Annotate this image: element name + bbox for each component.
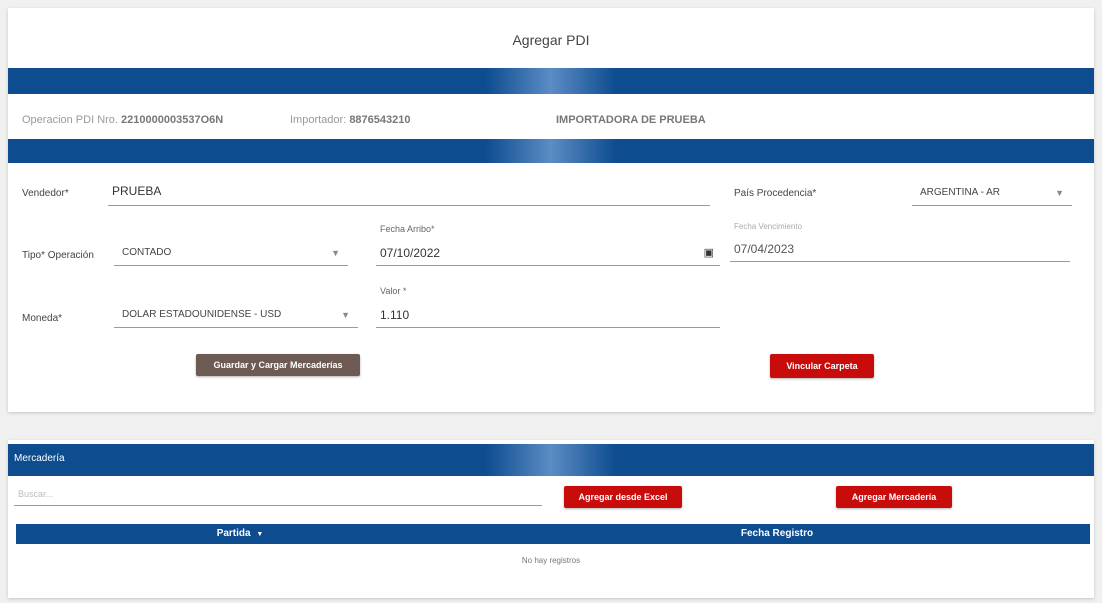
agregar-pdi-card: Agregar PDI Operacion PDI Nro. 221000000… (8, 8, 1094, 412)
importador-info: Importador: 8876543210 (290, 114, 411, 126)
operacion-info: Operacion PDI Nro. 2210000003537O6N (22, 114, 223, 126)
mercaderia-header-bar: Mercadería (8, 444, 1094, 476)
empty-table-message: No hay registros (521, 556, 581, 565)
importador-name: IMPORTADORA DE PRUEBA (556, 114, 706, 126)
page-title: Agregar PDI (512, 32, 590, 48)
vendedor-input[interactable]: PRUEBA (108, 184, 710, 206)
calendar-icon[interactable]: ▣ (704, 242, 714, 264)
dropdown-arrow-icon: ▼ (331, 248, 340, 258)
operacion-value: 2210000003537O6N (121, 114, 224, 126)
sort-down-icon[interactable]: ▼ (256, 531, 263, 538)
column-header-fecha-registro[interactable]: Fecha Registro (464, 524, 1090, 544)
fecha-arribo-input[interactable]: 07/10/2022 ▣ (376, 242, 720, 266)
moneda-value: DOLAR ESTADOUNIDENSE - USD (122, 309, 282, 320)
column-header-partida-label: Partida (216, 528, 251, 539)
fecha-vencimiento-input[interactable]: 07/04/2023 (730, 238, 1070, 262)
fecha-arribo-label: Fecha Arribo* (380, 224, 435, 234)
filter-input[interactable]: Buscar... (14, 484, 542, 506)
importador-label: Importador: (290, 114, 347, 126)
pais-label: País Procedencia* (734, 188, 817, 199)
mercaderia-title: Mercadería (14, 453, 65, 464)
valor-label: Valor * (380, 286, 407, 296)
moneda-select[interactable]: DOLAR ESTADOUNIDENSE - USD ▼ (114, 304, 358, 328)
agregar-mercaderia-button[interactable]: Agregar Mercadería (836, 486, 952, 508)
operacion-label: Operacion PDI Nro. (22, 114, 118, 126)
guardar-cargar-button[interactable]: Guardar y Cargar Mercaderías (196, 354, 360, 376)
column-header-partida[interactable]: Partida ▼ (16, 524, 464, 544)
tipo-operacion-value: CONTADO (122, 247, 172, 258)
valor-input[interactable]: 1.110 (376, 304, 720, 328)
mercaderia-card: Mercadería Buscar... Agregar desde Excel… (8, 440, 1094, 598)
agregar-desde-excel-button[interactable]: Agregar desde Excel (564, 486, 682, 508)
fecha-arribo-value: 07/10/2022 (380, 246, 441, 260)
header-bar-bottom (8, 139, 1094, 163)
importador-value: 8876543210 (349, 114, 411, 126)
pais-value: ARGENTINA - AR (920, 187, 1001, 198)
moneda-label: Moneda* (22, 313, 63, 324)
vendedor-label: Vendedor* (22, 188, 69, 199)
pais-select[interactable]: ARGENTINA - AR ▼ (912, 182, 1072, 206)
header-bar-top (8, 68, 1094, 94)
tipo-operacion-select[interactable]: CONTADO ▼ (114, 242, 348, 266)
fecha-vencimiento-label: Fecha Vencimiento (734, 222, 803, 231)
dropdown-arrow-icon: ▼ (341, 310, 350, 320)
dropdown-arrow-icon: ▼ (1055, 188, 1064, 198)
vincular-carpeta-button[interactable]: Vincular Carpeta (770, 354, 874, 378)
tipo-operacion-label: Tipo* Operación (22, 250, 94, 261)
